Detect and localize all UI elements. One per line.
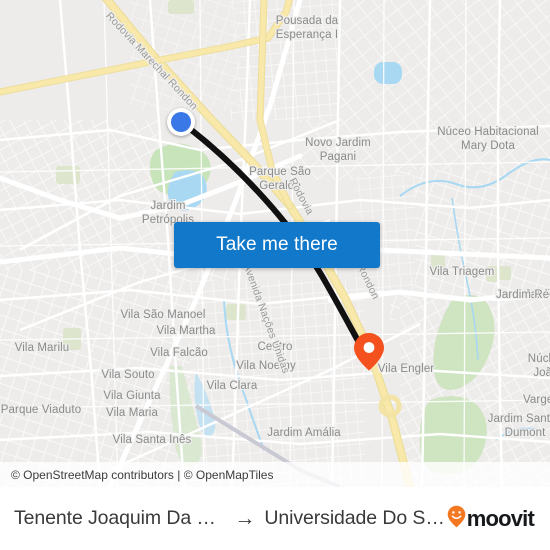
- moovit-map-screen: Pousada da Esperança I Núceo Habitacional…: [0, 0, 550, 550]
- moovit-wordmark: moovit: [466, 505, 535, 531]
- attribution-text: © OpenStreetMap contributors | © OpenMap…: [11, 467, 274, 482]
- map-canvas[interactable]: Pousada da Esperança I Núceo Habitacional…: [0, 0, 550, 487]
- moovit-logo[interactable]: moovit: [447, 505, 540, 533]
- take-me-there-button[interactable]: Take me there: [174, 222, 380, 268]
- moovit-pin-icon: [447, 505, 466, 533]
- map-attribution: © OpenStreetMap contributors | © OpenMap…: [0, 462, 550, 487]
- trip-summary-bar: Tenente Joaquim Da Cost… → Universidade …: [0, 487, 550, 550]
- arrow-right-icon: →: [234, 506, 256, 530]
- destination-marker[interactable]: [353, 332, 385, 372]
- trip-destination-label: Universidade Do Sagr…: [264, 507, 447, 529]
- origin-marker[interactable]: [167, 108, 195, 136]
- trip-origin-label: Tenente Joaquim Da Cost…: [14, 507, 225, 529]
